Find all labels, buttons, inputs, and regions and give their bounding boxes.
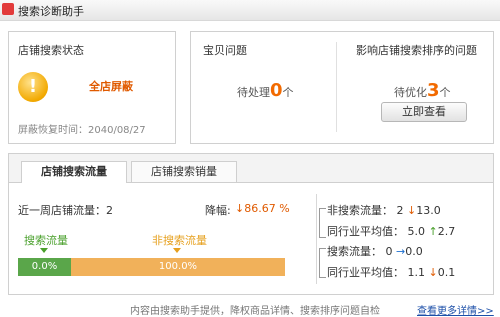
non-search-traffic-legend: 非搜索流量 xyxy=(152,234,207,247)
window-title: 搜索诊断助手 xyxy=(18,5,84,18)
ranking-pending-label: 待优化 xyxy=(394,86,427,99)
title-bar: 搜索诊断助手 xyxy=(0,0,500,21)
ranking-pending: 待优化3个 xyxy=(394,80,451,101)
drop-value-text: 86.67 % xyxy=(244,202,290,215)
non-search-pointer-icon xyxy=(173,248,181,253)
restore-time: 屏蔽恢复时间：2040/08/27 xyxy=(18,125,146,136)
issues-panel: 宝贝问题 待处理0个 影响店铺搜索排序的问题 待优化3个 立即查看 xyxy=(190,31,494,144)
store-status-panel: 店铺搜索状态 ! 全店屏蔽 屏蔽恢复时间：2040/08/27 xyxy=(8,31,176,144)
non-search-value: 2 xyxy=(396,204,404,217)
baby-unit: 个 xyxy=(282,86,294,99)
status-title: 店铺搜索状态 xyxy=(18,44,84,57)
baby-issue-title: 宝贝问题 xyxy=(203,44,247,57)
baby-pending: 待处理0个 xyxy=(237,80,294,101)
search-pointer-icon xyxy=(40,248,48,253)
baby-pending-label: 待处理 xyxy=(237,86,270,99)
footer-note: 内容由搜索助手提供，降权商品详情、搜索排序问题自检 xyxy=(130,306,380,317)
industry-avg-value: 1.1 xyxy=(407,266,426,279)
search-label: 搜索流量： xyxy=(327,245,382,258)
search-change: 0.0 xyxy=(405,245,423,258)
up-arrow-icon: ↑ xyxy=(428,225,438,238)
industry-avg-label: 同行业平均值： xyxy=(327,266,404,279)
divider xyxy=(336,42,337,132)
industry-avg-value: 5.0 xyxy=(407,225,426,238)
industry-avg-row-2: 同行业平均值： 1.1 ↓0.1 xyxy=(327,264,455,280)
drop-label: 降幅: xyxy=(205,204,231,217)
app-icon xyxy=(2,3,14,15)
ranking-unit: 个 xyxy=(439,86,451,99)
divider xyxy=(316,194,317,284)
warning-icon: ! xyxy=(18,72,48,102)
ranking-count: 3 xyxy=(427,80,440,101)
non-search-share-bar: 100.0% xyxy=(71,258,285,276)
industry-avg-label: 同行业平均值： xyxy=(327,225,404,238)
tab-search-traffic[interactable]: 店铺搜索流量 xyxy=(21,161,127,183)
search-share-bar: 0.0% xyxy=(18,258,71,276)
search-value: 0 xyxy=(385,245,393,258)
search-traffic-legend: 搜索流量 xyxy=(24,234,68,247)
industry-avg-change: 2.7 xyxy=(437,225,456,238)
tab-search-sales[interactable]: 店铺搜索销量 xyxy=(131,161,237,182)
industry-avg-row-1: 同行业平均值： 5.0 ↑2.7 xyxy=(327,223,455,239)
baby-count: 0 xyxy=(270,80,283,101)
right-arrow-icon: → xyxy=(396,245,406,258)
view-now-button[interactable]: 立即查看 xyxy=(381,102,467,122)
down-arrow-icon: ↓ xyxy=(407,204,417,217)
view-more-link[interactable]: 查看更多详情>> xyxy=(417,302,494,317)
industry-avg-change: 0.1 xyxy=(437,266,456,279)
traffic-panel: 店铺搜索流量 店铺搜索销量 近一周店铺流量：2 降幅: ↓86.67 % 搜索流… xyxy=(8,153,494,295)
ranking-issue-title: 影响店铺搜索排序的问题 xyxy=(356,44,477,57)
down-arrow-icon: ↓ xyxy=(235,202,245,215)
weekly-traffic: 近一周店铺流量：2 xyxy=(18,204,113,217)
bracket xyxy=(319,248,326,278)
bracket xyxy=(319,208,326,238)
shield-status-text: 全店屏蔽 xyxy=(89,80,133,93)
non-search-label: 非搜索流量： xyxy=(327,204,393,217)
drop-value: ↓86.67 % xyxy=(235,202,290,215)
down-arrow-icon: ↓ xyxy=(428,266,438,279)
tab-bar: 店铺搜索流量 店铺搜索销量 xyxy=(9,154,493,183)
non-search-change: 13.0 xyxy=(416,204,441,217)
non-search-row: 非搜索流量： 2 ↓13.0 xyxy=(327,202,441,218)
search-row: 搜索流量： 0 →0.0 xyxy=(327,243,423,259)
